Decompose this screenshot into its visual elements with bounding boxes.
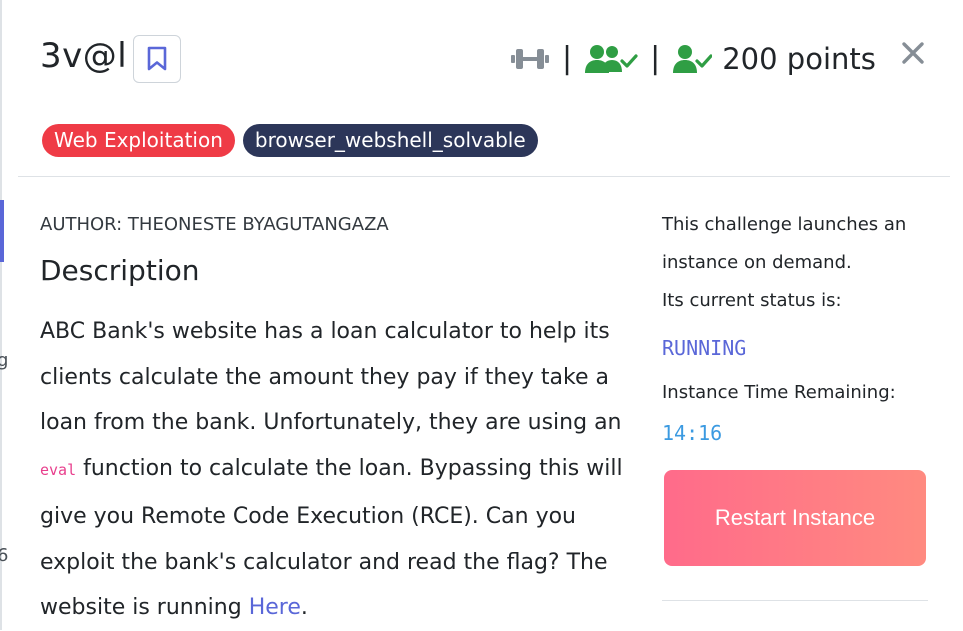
website-link[interactable]: Here: [249, 595, 301, 620]
page-edge: [0, 0, 2, 630]
background-text-fragment: g: [0, 350, 9, 371]
instance-panel: This challenge launches an instance on d…: [662, 206, 932, 446]
description-text: ABC Bank's website has a loan calculator…: [40, 309, 630, 631]
bookmark-button[interactable]: [133, 35, 181, 83]
header-divider: [18, 176, 950, 177]
instance-divider: [662, 600, 928, 601]
challenge-tags: Web Exploitation browser_webshell_solvab…: [42, 124, 538, 157]
instance-time-remaining: 14:16: [662, 421, 723, 445]
description-text-part: ABC Bank's website has a loan calculator…: [40, 319, 622, 436]
instance-info-line: This challenge launches an: [662, 214, 907, 235]
instance-time-label: Instance Time Remaining:: [662, 382, 896, 403]
meta-separator: |: [562, 41, 573, 76]
eval-code: eval: [40, 461, 77, 480]
challenge-title: 3v@l: [40, 36, 128, 76]
description-text-part: function to calculate the loan. Bypassin…: [40, 456, 623, 621]
background-text-fragment: 6: [0, 545, 9, 566]
tag-web-exploitation[interactable]: Web Exploitation: [42, 124, 235, 157]
sidebar-active-indicator: [0, 200, 4, 262]
challenge-meta: | | 200 points: [510, 36, 876, 82]
meta-separator: |: [650, 41, 661, 76]
close-button[interactable]: [896, 36, 930, 70]
instance-status: RUNNING: [662, 336, 747, 360]
user-check-icon: [673, 45, 713, 73]
challenge-points: 200 points: [722, 42, 876, 76]
challenge-author: AUTHOR: THEONESTE BYAGUTANGAZA: [40, 214, 389, 235]
instance-info-line: Its current status is:: [662, 290, 842, 311]
restart-instance-button[interactable]: Restart Instance: [664, 470, 926, 566]
instance-info-line: instance on demand.: [662, 252, 852, 273]
dumbbell-icon: [511, 49, 549, 69]
close-icon: [902, 42, 924, 64]
description-heading: Description: [40, 254, 200, 287]
challenge-modal: 3v@l | | 200 points Web Exploitation bro…: [18, 0, 963, 630]
bookmark-icon: [147, 46, 167, 71]
tag-browser-webshell-solvable[interactable]: browser_webshell_solvable: [242, 124, 538, 157]
description-text-part: .: [300, 595, 308, 621]
users-check-icon: [585, 45, 638, 73]
